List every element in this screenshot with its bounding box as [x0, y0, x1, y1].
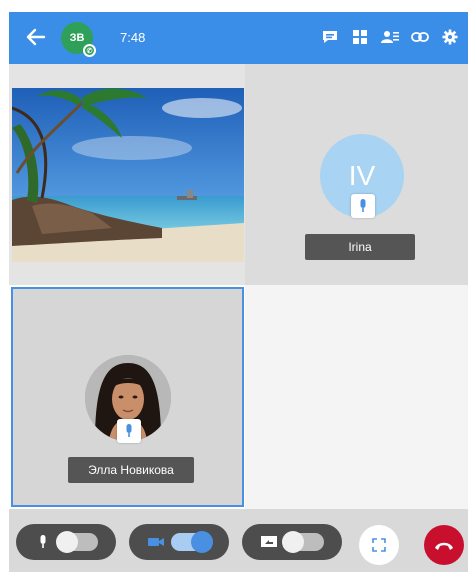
arrow-left-icon [26, 28, 46, 46]
phone-icon: ✆ [83, 44, 96, 57]
mic-icon [126, 424, 132, 437]
participants-button[interactable] [380, 27, 400, 47]
video-grid: IV Irina Элла Новикова [9, 64, 468, 509]
shared-video-image [12, 88, 244, 262]
call-timer: 7:48 [120, 30, 146, 45]
grid-layout-icon [353, 30, 367, 44]
grid-layout-button[interactable] [350, 27, 370, 47]
invite-link-button[interactable] [410, 27, 430, 47]
participant-tile-irina[interactable]: IV Irina [245, 64, 468, 285]
participants-icon [381, 31, 399, 43]
screen-share-icon [261, 536, 277, 547]
hang-up-button[interactable] [424, 525, 464, 565]
settings-icon [442, 29, 458, 45]
fullscreen-button[interactable] [359, 525, 399, 565]
screen-share-switch[interactable] [282, 531, 324, 553]
participant-initials: IV [348, 160, 376, 191]
settings-button[interactable] [440, 27, 460, 47]
back-button[interactable] [25, 26, 49, 50]
call-controls [9, 509, 468, 572]
participant-tile-ella[interactable]: Элла Новикова [11, 287, 244, 507]
mic-switch[interactable] [56, 531, 98, 553]
mic-icon [40, 535, 46, 548]
screen-share-switch-knob [282, 531, 304, 553]
mic-icon [360, 199, 366, 212]
video-tile-screen[interactable] [9, 64, 245, 285]
camera-icon [148, 538, 164, 546]
chat-icon [323, 31, 337, 43]
participant-name-label: Irina [305, 234, 415, 260]
participant-name-label: Элла Новикова [68, 457, 194, 483]
fullscreen-icon [372, 538, 386, 552]
mic-indicator [351, 194, 375, 218]
caller-avatar[interactable]: ЗВ ✆ [61, 22, 96, 57]
chat-button[interactable] [320, 27, 340, 47]
empty-tile [245, 285, 468, 509]
screen-share-toggle-button[interactable] [242, 524, 342, 560]
mic-switch-knob [56, 531, 78, 553]
hang-up-icon [435, 542, 453, 550]
camera-switch-knob [191, 531, 213, 553]
camera-switch[interactable] [171, 531, 213, 553]
call-header: ЗВ ✆ 7:48 [9, 12, 468, 64]
mic-toggle-button[interactable] [16, 524, 116, 560]
caller-initials: ЗВ [69, 32, 85, 44]
link-icon [411, 32, 429, 42]
camera-toggle-button[interactable] [129, 524, 229, 560]
mic-indicator [117, 419, 141, 443]
